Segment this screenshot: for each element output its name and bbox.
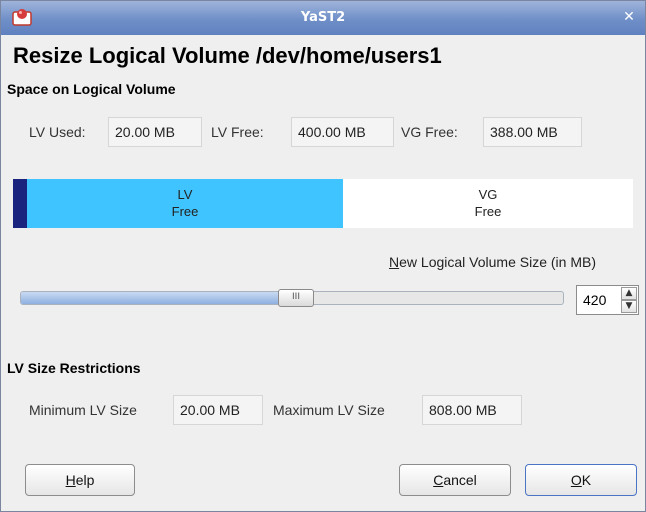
slider-filled-portion (21, 292, 296, 304)
bar-vg-label: VG (478, 187, 498, 202)
size-spinbox[interactable]: 420 ▲ ▼ (576, 285, 639, 315)
min-lv-size-value: 20.00 MB (173, 395, 263, 425)
spin-down-arrow-icon[interactable]: ▼ (621, 300, 637, 313)
help-button-label: elp (75, 472, 95, 488)
max-lv-size-value: 808.00 MB (422, 395, 522, 425)
new-size-label-mnemonic: N (389, 254, 400, 270)
help-button-mnemonic: H (65, 472, 76, 488)
new-size-label: New Logical Volume Size (in MB) (389, 254, 596, 270)
bar-vg-free-label: Free (474, 204, 502, 219)
lv-used-value: 20.00 MB (108, 117, 202, 147)
page-title: Resize Logical Volume /dev/home/users1 (13, 43, 442, 68)
ok-button-mnemonic: O (570, 472, 582, 488)
close-icon[interactable]: ✕ (621, 9, 637, 25)
size-spinbox-value[interactable]: 420 (583, 292, 606, 308)
spin-up-arrow-icon[interactable]: ▲ (621, 287, 637, 300)
lv-free-value: 400.00 MB (291, 117, 394, 147)
ok-button[interactable]: OK (525, 464, 637, 496)
cancel-button-label: ancel (443, 472, 477, 488)
bar-segment-lv-free: LV Free (27, 179, 343, 228)
bar-lv-label: LV (177, 187, 193, 202)
cancel-button[interactable]: Cancel (399, 464, 511, 496)
bar-segment-used (13, 179, 27, 228)
cancel-button-mnemonic: C (433, 472, 444, 488)
new-size-label-rest: ew Logical Volume Size (in MB) (399, 254, 596, 270)
vg-free-value: 388.00 MB (483, 117, 582, 147)
min-lv-size-label: Minimum LV Size (29, 402, 137, 418)
yast-dialog-window: YaST2 ✕ Resize Logical Volume /dev/home/… (0, 0, 646, 512)
space-usage-bar: LV Free VG Free (13, 179, 633, 228)
ok-button-label: K (581, 472, 592, 488)
bar-segment-vg-free: VG Free (343, 179, 633, 228)
bar-lv-free-label: Free (171, 204, 199, 219)
vg-free-label: VG Free: (401, 124, 458, 140)
window-title: YaST2 (300, 10, 346, 25)
title-bar[interactable]: YaST2 ✕ (1, 1, 645, 35)
help-button[interactable]: Help (25, 464, 135, 496)
size-slider[interactable]: III (20, 289, 564, 307)
lv-free-label: LV Free: (211, 124, 264, 140)
lv-used-label: LV Used: (29, 124, 86, 140)
slider-handle[interactable]: III (278, 289, 314, 307)
space-section-title: Space on Logical Volume (7, 81, 176, 97)
max-lv-size-label: Maximum LV Size (273, 402, 385, 418)
restrictions-section-title: LV Size Restrictions (7, 360, 141, 376)
